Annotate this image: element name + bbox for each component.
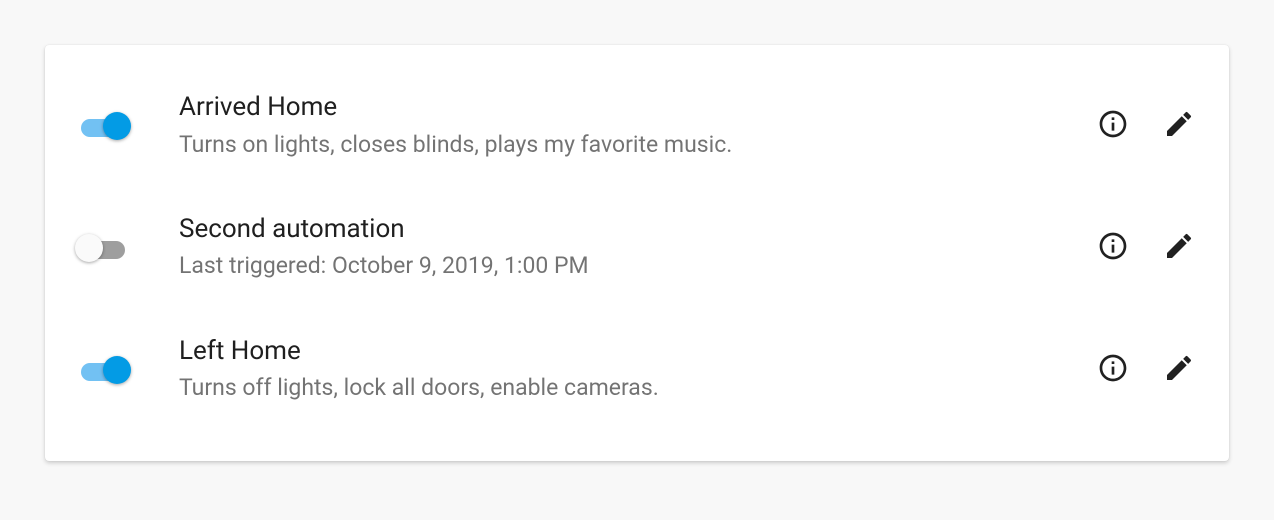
info-button[interactable] [1093, 228, 1133, 268]
row-actions [1093, 106, 1199, 146]
automation-title: Second automation [179, 213, 1073, 246]
toggle-thumb [103, 356, 131, 384]
info-icon [1097, 352, 1129, 388]
pencil-icon [1163, 230, 1195, 266]
edit-button[interactable] [1159, 228, 1199, 268]
automation-row: Second automation Last triggered: Octobe… [75, 187, 1199, 309]
automation-text: Left Home Turns off lights, lock all doo… [179, 335, 1073, 405]
edit-button[interactable] [1159, 106, 1199, 146]
automations-card: Arrived Home Turns on lights, closes bli… [45, 45, 1229, 461]
info-button[interactable] [1093, 350, 1133, 390]
row-actions [1093, 228, 1199, 268]
automation-text: Second automation Last triggered: Octobe… [179, 213, 1073, 283]
enable-toggle[interactable] [75, 230, 131, 266]
automation-text: Arrived Home Turns on lights, closes bli… [179, 91, 1073, 161]
enable-toggle[interactable] [75, 108, 131, 144]
automation-title: Left Home [179, 335, 1073, 368]
pencil-icon [1163, 352, 1195, 388]
automation-subtitle: Turns off lights, lock all doors, enable… [179, 371, 1073, 404]
automation-row: Arrived Home Turns on lights, closes bli… [75, 65, 1199, 187]
info-button[interactable] [1093, 106, 1133, 146]
toggle-thumb [75, 234, 103, 262]
enable-toggle[interactable] [75, 352, 131, 388]
automation-row: Left Home Turns off lights, lock all doo… [75, 309, 1199, 431]
info-icon [1097, 108, 1129, 144]
row-actions [1093, 350, 1199, 390]
automation-title: Arrived Home [179, 91, 1073, 124]
edit-button[interactable] [1159, 350, 1199, 390]
automation-subtitle: Last triggered: October 9, 2019, 1:00 PM [179, 249, 1073, 282]
pencil-icon [1163, 108, 1195, 144]
toggle-thumb [103, 112, 131, 140]
automation-subtitle: Turns on lights, closes blinds, plays my… [179, 128, 1073, 161]
info-icon [1097, 230, 1129, 266]
